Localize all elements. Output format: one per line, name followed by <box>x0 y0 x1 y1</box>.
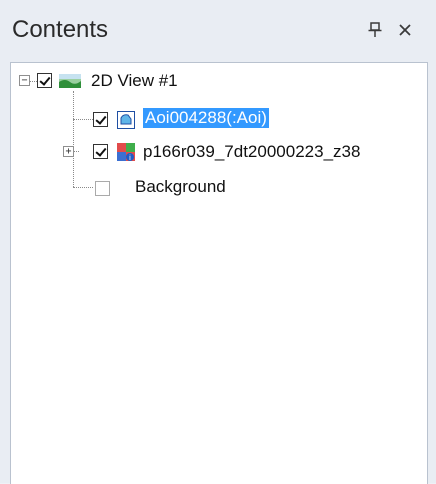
contents-panel: Contents − 2D View #1 Aoi004288(:Aoi) + … <box>0 0 436 484</box>
close-icon[interactable] <box>394 18 416 42</box>
tree-item-background[interactable]: Background <box>11 173 427 201</box>
tree-item-raster[interactable]: + i p166r039_7dt20000223_z38 <box>11 137 427 165</box>
svg-text:i: i <box>129 154 131 162</box>
tree-item-label: Aoi004288(:Aoi) <box>143 108 269 128</box>
collapse-icon[interactable]: − <box>19 75 30 86</box>
panel-title: Contents <box>12 16 109 43</box>
tree-item-aoi[interactable]: Aoi004288(:Aoi) <box>11 103 427 131</box>
tree-item-label: 2D View #1 <box>91 71 178 90</box>
tree-item-label: p166r039_7dt20000223_z38 <box>143 142 361 161</box>
map-view-icon <box>59 74 81 93</box>
raster-layer-icon: i <box>117 141 137 168</box>
background-visibility-checkbox[interactable] <box>95 181 110 196</box>
aoi-layer-icon <box>117 111 135 134</box>
raster-visibility-checkbox[interactable] <box>93 144 108 159</box>
expand-icon[interactable]: + <box>63 146 74 157</box>
root-visibility-checkbox[interactable] <box>37 73 52 88</box>
panel-header: Contents <box>0 0 436 62</box>
pin-icon[interactable] <box>364 18 386 42</box>
tree-item-root[interactable]: − 2D View #1 <box>11 67 427 95</box>
contents-tree[interactable]: − 2D View #1 Aoi004288(:Aoi) + i p166r03… <box>10 62 428 484</box>
aoi-visibility-checkbox[interactable] <box>93 112 108 127</box>
tree-item-label: Background <box>135 177 226 196</box>
